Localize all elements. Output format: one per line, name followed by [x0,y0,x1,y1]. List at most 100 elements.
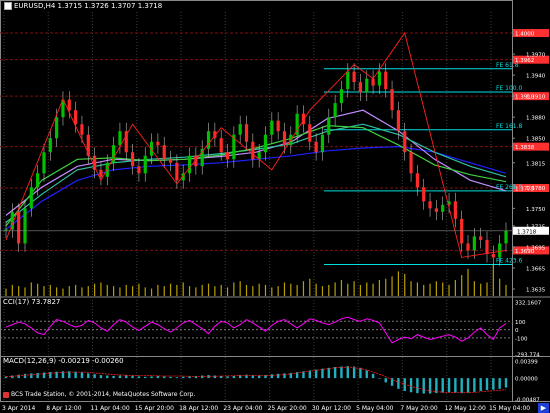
macd-histogram-bar [17,374,20,379]
candle-body [358,82,363,93]
macd-histogram-bar [276,373,280,379]
candle-body [396,110,401,132]
macd-histogram-bar [346,366,349,379]
volume-bar [397,271,400,296]
volume-bar [195,287,197,296]
moving-average-line [5,124,507,227]
volume-bar [43,286,45,296]
candle-body [441,204,445,212]
macd-histogram-bar [333,366,337,379]
volume-bar [410,281,412,296]
price-marker-label: 1.4000 [515,32,535,38]
candle-body [263,134,268,153]
volume-bar [448,284,450,296]
macd-histogram-bar [397,378,400,389]
volume-bar [125,284,127,296]
macd-histogram-bar [473,378,476,392]
price-axis-label: 1.3940 [526,74,546,80]
macd-histogram-bar [232,375,236,379]
candle-body [130,152,135,167]
candle-body [48,138,52,153]
volume-bar [233,282,235,296]
volume-bar [372,283,374,296]
current-price-label: 1.3718 [517,229,537,235]
candle-body [346,71,350,90]
candle-body [42,152,46,174]
volume-bar [347,283,349,296]
volume-bar [106,284,108,296]
volume-bar [150,288,153,296]
macd-histogram-bar [99,375,103,379]
cci-label: CCI(17) 73.7827 [3,298,61,306]
volume-bar [37,283,39,296]
macd-histogram-bar [36,372,39,379]
macd-histogram-bar [321,368,324,379]
macd-histogram-bar [74,371,77,379]
macd-histogram-bar [504,378,508,388]
candle-body [428,201,432,209]
candle-body [403,131,407,153]
candle-body [320,134,325,153]
volume-bar [68,286,70,296]
candle-body [17,211,21,244]
candle-body [23,208,27,244]
macd-axis-label: -0.00487 [515,398,540,404]
price-axis-label: 1.3780 [526,186,546,192]
volume-bar [264,284,267,296]
candle-body [156,141,160,146]
volume-bar [75,284,77,296]
candle-body [466,243,470,251]
candle-body [219,138,223,153]
volume-bar [359,284,362,296]
candle-body [276,120,280,132]
macd-axis-label: 0.00000 [515,377,538,383]
chart-canvas[interactable]: 3 Apr 2014 8 Apr 12:00 11 Apr 04:00 15 Apr … [0,0,550,413]
volume-bar [309,278,311,296]
macd-histogram-bar [112,375,115,379]
fib-level-label: FE 261.8 [496,184,523,191]
volume-bar [24,287,26,296]
x-tick-label: 15 Apr 20:00 [135,405,174,412]
macd-histogram-bar [137,376,141,379]
volume-bar [220,284,222,296]
candle-body [162,145,166,160]
cci-axis-label: 100 [515,320,526,326]
volume-bar [334,282,336,296]
macd-histogram-bar [371,373,375,379]
macd-histogram-bar [365,370,368,379]
macd-axis-label: 0.00399 [515,360,538,366]
macd-histogram-bar [257,375,261,379]
arrow-right-icon[interactable]: ▶ [538,403,549,413]
macd-histogram-bar [163,376,166,379]
macd-histogram-bar [131,375,134,379]
volume-bar [245,284,248,296]
macd-label: MACD(12,26,9) -0.00219 -0.00260 [3,357,124,365]
candle-body [67,99,71,111]
cci-axis-label: -293.774 [515,353,540,359]
volume-bar [505,284,507,296]
volume-bar [56,287,58,296]
price-marker-label: 1.3838 [515,145,535,151]
candle-body [365,78,369,93]
volume-bar [163,286,165,296]
volume-bar [429,283,431,296]
x-tick-label: 5 May 04:00 [356,405,394,412]
cci-axis-label: 0 [515,328,519,334]
symbol-header: EURUSD,H4 1.3715 1.3726 1.3707 1.3718 [4,2,162,10]
fib-level-label: FE 61.8 [496,62,519,69]
price-axis-label: 1.3910 [526,95,546,101]
volume-bar [321,286,324,296]
chart-frame [0,0,513,402]
candle-body [29,187,33,209]
macd-histogram-bar [175,377,179,379]
chart-icon [4,2,12,10]
macd-histogram-bar [416,378,419,394]
volume-bar [11,284,13,296]
price-axis-label: 1.3970 [526,53,546,59]
macd-histogram-bar [454,378,457,393]
volume-bar [18,286,20,296]
volume-bar [353,281,355,296]
volume-bar [328,284,330,296]
macd-histogram-bar [441,378,444,393]
candle-body [352,71,356,83]
